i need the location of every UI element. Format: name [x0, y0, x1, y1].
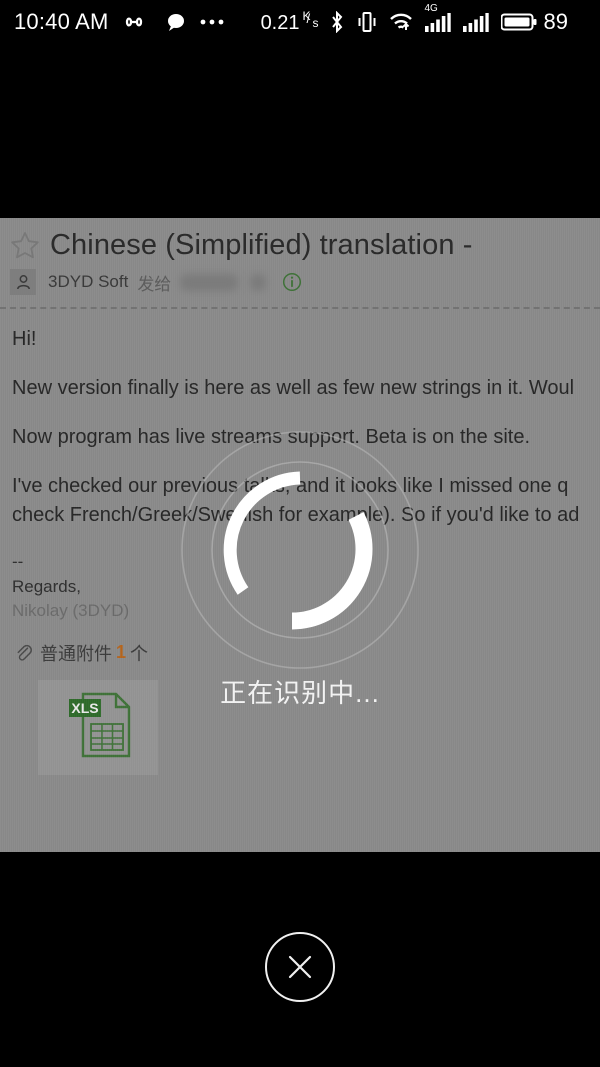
attachment-summary-row[interactable]: 普通附件 1 个: [0, 624, 600, 666]
attachment-count: 1: [116, 642, 127, 663]
data-rate-indicator: 0.21 K / s: [260, 9, 319, 34]
attachment-thumbnail-wrap: XLS: [0, 666, 600, 775]
email-title-row: Chinese (Simplified) translation -: [0, 228, 600, 262]
email-body-line: New version finally is here as well as f…: [12, 377, 575, 399]
wifi-icon: [389, 11, 413, 33]
vibrate-icon: [357, 11, 377, 33]
xls-file-icon: XLS: [61, 686, 135, 769]
sender-to-label: 发给: [137, 274, 172, 294]
email-body-line: Hi!: [12, 328, 37, 350]
header-divider: [0, 307, 600, 309]
bottom-toolbar: [0, 852, 600, 1067]
page-title: Chinese (Simplified) translation -: [50, 228, 473, 261]
bluetooth-icon: [329, 11, 345, 33]
message-bubble-icon: [165, 12, 187, 32]
email-sender-row: 3DYD Soft 发给: [0, 262, 600, 296]
recipient-redacted: [180, 273, 239, 291]
signature-dashes: --: [12, 552, 24, 571]
list-item[interactable]: XLS: [38, 679, 158, 775]
battery-icon: [500, 12, 537, 32]
infinity-icon: [123, 12, 153, 32]
svg-text:XLS: XLS: [71, 700, 98, 716]
recipient-redacted-secondary: [250, 273, 267, 291]
email-signature: -- Regards, Nikolay (3DYD): [12, 550, 600, 624]
email-body: Hi! New version finally is here as well …: [0, 309, 600, 624]
data-rate-value: 0.21: [260, 12, 300, 34]
signal-bars-icon: [462, 12, 489, 32]
close-circle-icon[interactable]: [265, 932, 335, 1002]
email-content-area[interactable]: Chinese (Simplified) translation - 3DYD …: [0, 218, 600, 852]
avatar[interactable]: [10, 269, 36, 295]
email-body-line: check French/Greek/Swedish for example).…: [12, 504, 580, 526]
status-bar: 10:40 AM 0.21 K / s 4G 89: [0, 0, 600, 44]
phone-screen: 10:40 AM 0.21 K / s 4G 89 Chinese (Simpl…: [0, 0, 600, 1067]
email-body-line: I've checked our previous talks, and it …: [12, 475, 569, 497]
info-circle-icon[interactable]: [282, 272, 302, 292]
signature-regards: Regards,: [12, 576, 81, 596]
network-type-label: 4G: [424, 3, 438, 14]
signal-bars-icon: 4G: [424, 3, 451, 32]
paperclip-icon: [14, 643, 33, 662]
data-rate-unit-denominator: s: [312, 16, 319, 30]
battery-percentage: 89: [543, 9, 568, 34]
status-bar-clock: 10:40 AM: [14, 9, 109, 34]
attachment-label: 普通附件: [40, 643, 112, 664]
email-body-line: Now program has live streams support. Be…: [12, 426, 531, 448]
sender-name: 3DYD Soft: [48, 272, 129, 291]
star-outline-icon[interactable]: [8, 228, 42, 262]
signature-name: Nikolay (3DYD): [12, 601, 130, 621]
email-header: Chinese (Simplified) translation - 3DYD …: [0, 218, 600, 309]
attachment-unit: 个: [130, 643, 149, 664]
more-dots-icon: [199, 18, 225, 26]
